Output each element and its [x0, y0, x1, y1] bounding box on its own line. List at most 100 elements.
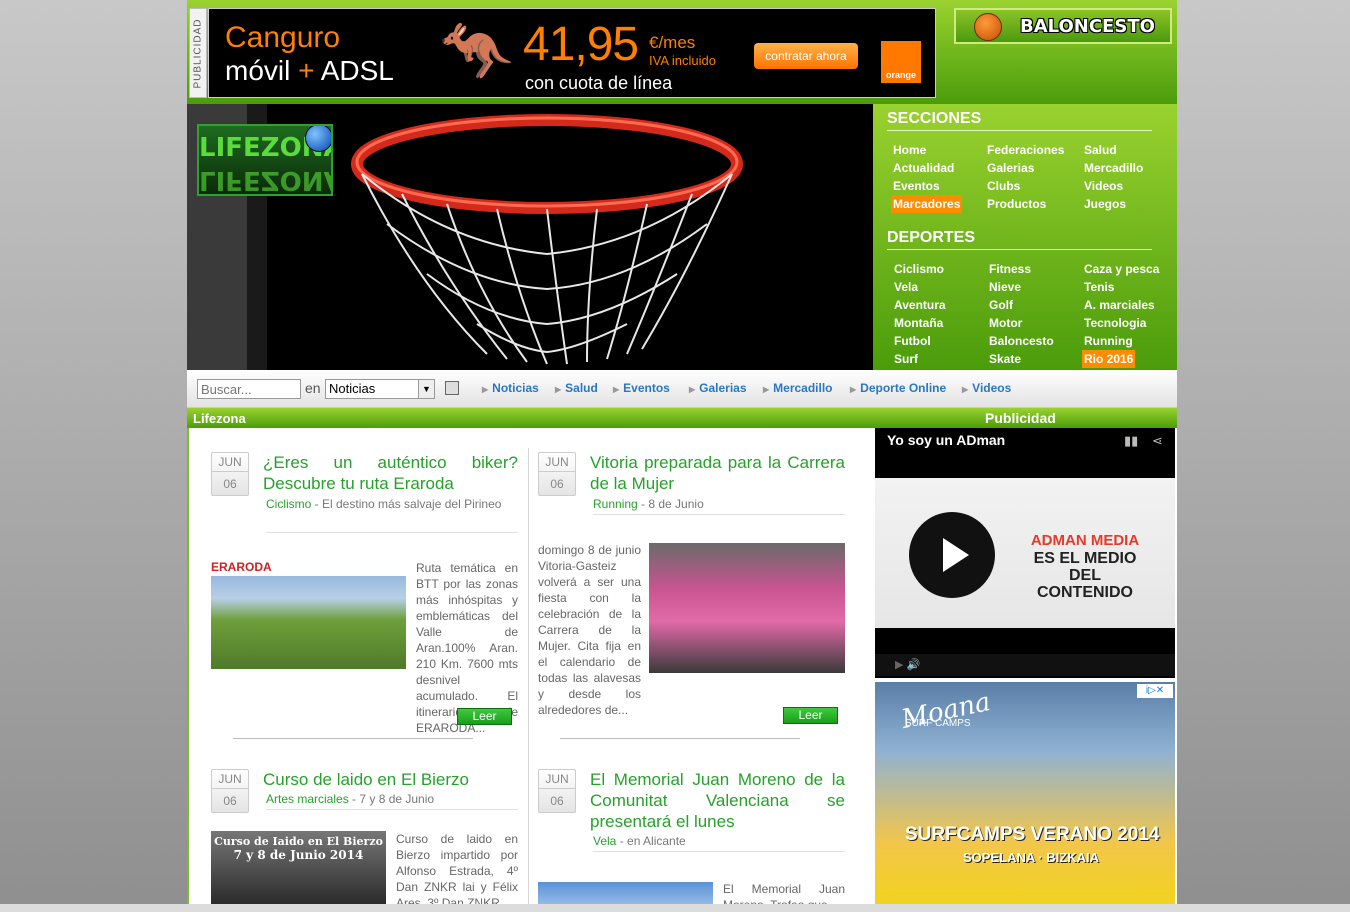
nav-item-clubs[interactable]: Clubs: [985, 177, 1066, 195]
sport-fitness[interactable]: Fitness: [987, 260, 1056, 278]
sport-tenis[interactable]: Tenis: [1082, 278, 1161, 296]
sport-golf[interactable]: Golf: [987, 296, 1056, 314]
video-ad-player[interactable]: Yo soy un ADman ▮▮ ⋖ ADMAN MEDIA ES EL M…: [875, 428, 1175, 678]
article-image[interactable]: ERARODA: [211, 560, 406, 669]
sport-nieve[interactable]: Nieve: [987, 278, 1056, 296]
divider: [266, 809, 518, 810]
article-meta: Running - 8 de Junio: [593, 497, 704, 511]
sport-baloncesto[interactable]: Baloncesto: [987, 332, 1056, 350]
search-submit-button[interactable]: [445, 381, 459, 395]
read-more-button[interactable]: Leer: [457, 708, 512, 725]
sport-aventura[interactable]: Aventura: [892, 296, 948, 314]
deportes-col-2: Fitness Nieve Golf Motor Baloncesto Skat…: [987, 260, 1056, 368]
ad-price: 41,95: [523, 18, 639, 71]
surfcamps-sub: SURF CAMPS: [905, 718, 971, 729]
article-title[interactable]: El Memorial Juan Moreno de la Comunitat …: [590, 769, 845, 832]
secciones-col-1: Home Actualidad Eventos Marcadores: [891, 141, 963, 213]
divider: [593, 851, 845, 852]
sport-artes-marciales[interactable]: A. marciales: [1082, 296, 1161, 314]
secciones-col-2: Federaciones Galerias Clubs Productos: [985, 141, 1066, 213]
deportes-heading: DEPORTES: [887, 229, 1152, 250]
section-header-bar: Lifezona Publicidad: [187, 408, 1177, 428]
sport-motor[interactable]: Motor: [987, 314, 1056, 332]
sections-nav-panel: SECCIONES Home Actualidad Eventos Marcad…: [873, 104, 1177, 370]
sport-ciclismo[interactable]: Ciclismo: [892, 260, 948, 278]
horizontal-scrollbar[interactable]: [0, 904, 1350, 912]
adman-brand: ADMAN MEDIA: [1030, 532, 1140, 549]
article-laido: JUN 06 Curso de laido en El Bierzo Artes …: [211, 769, 521, 912]
surfcamps-location: SOPELANA · BIZKAIA: [963, 850, 1100, 865]
adchoices-icon[interactable]: i▷✕: [1137, 684, 1173, 698]
ad-line1: Canguro: [225, 21, 341, 54]
toolbar-link-galerias[interactable]: ▶ Galerias: [689, 381, 747, 395]
toolbar-link-mercadillo[interactable]: ▶ Mercadillo: [763, 381, 833, 395]
page-wrapper: PUBLICIDAD Canguro móvil + ADSL 🦘 41,95 …: [187, 0, 1177, 912]
read-more-button[interactable]: Leer: [783, 707, 838, 724]
nav-item-federaciones[interactable]: Federaciones: [985, 141, 1066, 159]
like-icon[interactable]: ▮▮: [1124, 433, 1140, 449]
sport-skate[interactable]: Skate: [987, 350, 1056, 368]
article-meta: Ciclismo - El destino más salvaje del Pi…: [266, 497, 502, 511]
nav-item-productos[interactable]: Productos: [985, 195, 1066, 213]
basketball-icon: [974, 13, 1002, 41]
nav-item-galerias[interactable]: Galerias: [985, 159, 1066, 177]
article-image[interactable]: Curso de Iaido en El Bierzo 7 y 8 de Jun…: [211, 831, 386, 912]
ad-iva: IVA incluido: [649, 53, 716, 68]
nav-item-juegos[interactable]: Juegos: [1082, 195, 1145, 213]
sport-tecnologia[interactable]: Tecnologia: [1082, 314, 1161, 332]
divider: [266, 532, 518, 533]
secciones-heading: SECCIONES: [887, 110, 1152, 131]
article-image[interactable]: [649, 543, 845, 673]
nav-item-marcadores[interactable]: Marcadores: [891, 195, 963, 213]
date-badge: JUN 06: [538, 452, 576, 496]
article-category-link[interactable]: Running: [593, 497, 638, 511]
sport-vela[interactable]: Vela: [892, 278, 948, 296]
publicidad-side-label: PUBLICIDAD: [189, 8, 207, 98]
article-category-link[interactable]: Artes marciales: [266, 792, 349, 806]
nav-item-home[interactable]: Home: [891, 141, 962, 159]
toolbar-link-eventos[interactable]: ▶ Eventos: [613, 381, 670, 395]
nav-item-actualidad[interactable]: Actualidad: [891, 159, 962, 177]
sport-badge[interactable]: BALONCESTO: [954, 8, 1172, 44]
kangaroo-icon: 🦘: [439, 18, 514, 85]
toolbar-link-salud[interactable]: ▶ Salud: [555, 381, 598, 395]
toolbar-link-noticias[interactable]: ▶ Noticias: [482, 381, 539, 395]
adman-tagline: ES EL MEDIO DEL CONTENIDO: [1033, 550, 1137, 601]
divider: [233, 738, 473, 739]
column-divider: [528, 448, 529, 912]
toolbar-link-videos[interactable]: ▶ Videos: [962, 381, 1011, 395]
sport-montana[interactable]: Montaña: [892, 314, 948, 332]
hero-basketball-image: LIFEZONA LIFEZONA: [187, 104, 873, 370]
search-en-label: en: [305, 380, 321, 396]
search-input[interactable]: [197, 379, 301, 399]
nav-item-videos[interactable]: Videos: [1082, 177, 1145, 195]
sport-running[interactable]: Running: [1082, 332, 1161, 350]
article-title[interactable]: Vitoria preparada para la Carrera de la …: [590, 452, 845, 494]
search-category-select[interactable]: Noticias ▼: [325, 379, 435, 399]
play-icon[interactable]: [909, 512, 995, 598]
sport-futbol[interactable]: Futbol: [892, 332, 948, 350]
toolbar-link-deporte-online[interactable]: ▶ Deporte Online: [850, 381, 946, 395]
article-category-link[interactable]: Vela: [593, 834, 616, 848]
share-icon[interactable]: ⋖: [1152, 433, 1168, 449]
article-memorial: JUN 06 El Memorial Juan Moreno de la Comu…: [538, 769, 848, 912]
video-title: Yo soy un ADman: [887, 432, 1006, 448]
nav-item-mercadillo[interactable]: Mercadillo: [1082, 159, 1145, 177]
article-title[interactable]: Curso de laido en El Bierzo: [263, 769, 518, 790]
contratar-button[interactable]: contratar ahora: [754, 43, 858, 69]
orange-ad-banner[interactable]: Canguro móvil + ADSL 🦘 41,95 €/mes IVA i…: [208, 8, 936, 98]
article-category-link[interactable]: Ciclismo: [266, 497, 311, 511]
article-title[interactable]: ¿Eres un auténtico biker? Descubre tu ru…: [263, 452, 518, 494]
article-eraroda: JUN 06 ¿Eres un auténtico biker? Descubre…: [211, 452, 521, 752]
nav-item-salud[interactable]: Salud: [1082, 141, 1145, 159]
nav-item-eventos[interactable]: Eventos: [891, 177, 962, 195]
video-controls[interactable]: ▶ 🔊: [875, 654, 1175, 676]
video-frame[interactable]: ADMAN MEDIA ES EL MEDIO DEL CONTENIDO: [875, 478, 1175, 628]
sport-caza-pesca[interactable]: Caza y pesca: [1082, 260, 1161, 278]
sport-rio-2016[interactable]: Rio 2016: [1082, 350, 1136, 368]
sport-surf[interactable]: Surf: [892, 350, 948, 368]
lifezona-logo[interactable]: LIFEZONA LIFEZONA: [197, 124, 333, 196]
article-excerpt: Curso de laido en Bierzo impartido por A…: [396, 832, 518, 910]
surfcamps-ad[interactable]: i▷✕ Moana SURF CAMPS SURFCAMPS VERANO 20…: [875, 682, 1175, 912]
divider: [593, 514, 845, 515]
